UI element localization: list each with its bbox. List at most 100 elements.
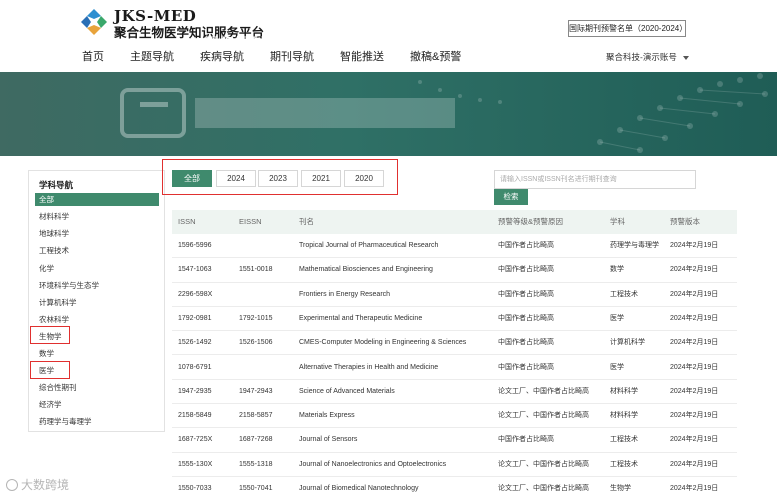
cell-title[interactable]: Journal of Nanoelectronics and Optoelect… [299, 453, 446, 477]
cell-title[interactable]: Materials Express [299, 404, 355, 428]
banner-title-box [195, 98, 455, 128]
cell-issn: 1550-7033 [178, 485, 212, 492]
sidebar-item-economics[interactable]: 经济学 [35, 398, 159, 411]
table-header: ISSN EISSN 刊名 预警等级&预警原因 学科 预警版本 [172, 210, 737, 234]
cell-version: 2024年2月19日 [670, 242, 719, 249]
cell-subject: 生物学 [610, 485, 631, 492]
cell-warning: 论文工厂、中国作者占比畸高 [498, 412, 589, 420]
sidebar-item-all[interactable]: 全部 [35, 193, 159, 206]
brand-name-en: JKS-MED [114, 7, 197, 25]
table-row[interactable]: 1555-130X 1555-1318 Journal of Nanoelectro… [172, 453, 737, 477]
account-name: 聚合科技-演示账号 [606, 52, 677, 62]
table-row[interactable]: 1947-2935 1947-2943 Science of Advanced Ma… [172, 380, 737, 405]
sidebar-item-comprehensive[interactable]: 综合性期刊 [35, 381, 159, 394]
cell-eissn: 1947-2943 [239, 387, 273, 395]
account-menu[interactable]: 聚合科技-演示账号 [606, 51, 689, 63]
cell-warning: 中国作者占比畸高 [498, 242, 554, 249]
nav-smart-push[interactable]: 智能推送 [340, 50, 384, 64]
year-tab-2023[interactable]: 2023 [258, 170, 298, 187]
banner-title: 国际期刊预警名单 [205, 35, 325, 51]
year-tab-2024[interactable]: 2024 [216, 170, 256, 187]
cell-warning: 中国作者占比畸高 [498, 314, 554, 322]
cell-issn: 1596-5996 [178, 242, 212, 249]
jks-logo-icon[interactable] [80, 8, 108, 36]
sidebar-item-earth[interactable]: 地球科学 [35, 227, 159, 240]
year-tab-2021[interactable]: 2021 [301, 170, 341, 187]
table-row[interactable]: 1792-0981 1792-1015 Experimental and Thera… [172, 307, 737, 332]
cell-title[interactable]: Tropical Journal of Pharmaceutical Resea… [299, 234, 438, 258]
cell-title[interactable]: Mathematical Biosciences and Engineering [299, 258, 433, 282]
cell-issn: 1555-130X [178, 460, 213, 468]
cell-warning: 中国作者占比畸高 [498, 290, 554, 298]
table-row[interactable]: 1596-5996 Tropical Journal of Pharmaceuti… [172, 234, 737, 259]
col-version: 预警版本 [670, 217, 700, 226]
col-issn: ISSN [178, 217, 196, 226]
cell-title[interactable]: Experimental and Therapeutic Medicine [299, 307, 422, 331]
cell-subject: 医学 [610, 363, 624, 371]
year-tab-2020[interactable]: 2020 [344, 170, 384, 187]
blacklist-link[interactable]: 国际期刊预警名单（2020-2024） [568, 20, 687, 37]
sidebar-item-agriculture[interactable]: 农林科学 [35, 313, 159, 326]
cell-version: 2024年2月19日 [670, 290, 719, 298]
col-title: 刊名 [299, 217, 314, 226]
site-header: JKS-MED 聚合生物医学知识服务平台 国际期刊预警名单（2020-2024）… [0, 0, 777, 72]
cell-eissn: 1551-0018 [239, 266, 273, 274]
cell-title[interactable]: Science of Advanced Materials [299, 380, 395, 404]
cell-version: 2024年2月19日 [670, 436, 719, 444]
cell-version: 2024年2月19日 [670, 314, 719, 322]
table-row[interactable]: 1547-1063 1551-0018 Mathematical Bioscienc… [172, 258, 737, 283]
table-row[interactable]: 1687-725X 1687-7268 Journal of Sensors 中国作者… [172, 428, 737, 453]
nav-home[interactable]: 首页 [82, 50, 104, 64]
hero-banner [0, 72, 777, 156]
cell-subject: 工程技术 [610, 290, 638, 298]
highlight-box-medicine [30, 361, 70, 379]
cell-version: 2024年2月19日 [670, 460, 719, 468]
sidebar-item-chemistry[interactable]: 化学 [35, 262, 159, 275]
journal-search-input[interactable]: 请输入ISSN或ISSN刊名进行期刊查询 [494, 170, 696, 189]
watermark-logo-icon [6, 478, 18, 491]
sidebar-item-pharmacology[interactable]: 药理学与毒理学 [35, 415, 159, 428]
cell-title[interactable]: Frontiers in Energy Research [299, 283, 390, 307]
cell-warning: 中国作者占比畸高 [498, 363, 554, 371]
cell-eissn: 1526-1506 [239, 339, 273, 347]
col-warning: 预警等级&预警原因 [498, 217, 564, 226]
watermark-text: 大数跨境 [21, 478, 70, 492]
cell-eissn: 1555-1318 [239, 460, 273, 468]
cell-subject: 工程技术 [610, 436, 638, 444]
table-row[interactable]: 1526-1492 1526-1506 CMES-Computer Modeling… [172, 331, 737, 356]
col-subject: 学科 [610, 217, 625, 226]
sidebar-item-materials[interactable]: 材料科学 [35, 210, 159, 223]
cell-version: 2024年2月19日 [670, 485, 719, 492]
cell-issn: 1547-1063 [178, 266, 212, 274]
table-row[interactable]: 2158-5849 2158-5857 Materials Express 论文工厂、… [172, 404, 737, 429]
cell-version: 2024年2月19日 [670, 412, 719, 420]
year-tab-all[interactable]: 全部 [172, 170, 212, 187]
table-row[interactable]: 1078-6791 Alternative Therapies in Health… [172, 356, 737, 380]
sidebar-item-computer[interactable]: 计算机科学 [35, 296, 159, 309]
sidebar-item-environment[interactable]: 环境科学与生态学 [35, 279, 159, 292]
cell-eissn: 1550-7041 [239, 485, 273, 492]
sidebar-item-engineering[interactable]: 工程技术 [35, 244, 159, 257]
sidebar-item-math[interactable]: 数学 [35, 347, 159, 360]
cell-version: 2024年2月19日 [670, 266, 719, 274]
cell-title[interactable]: Journal of Sensors [299, 428, 357, 452]
cell-title[interactable]: Journal of Biomedical Nanotechnology [299, 477, 418, 500]
nav-retraction-warning[interactable]: 撤稿&预警 [410, 50, 461, 64]
cell-eissn: 2158-5857 [239, 412, 273, 420]
cell-subject: 药理学与毒理学 [610, 242, 659, 249]
cell-issn: 2296-598X [178, 290, 213, 298]
cell-warning: 论文工厂、中国作者占比畸高 [498, 460, 589, 468]
search-button[interactable]: 检索 [494, 189, 528, 205]
table-row[interactable]: 1550-7033 1550-7041 Journal of Biomedical … [172, 477, 737, 500]
cell-title[interactable]: Alternative Therapies in Health and Medi… [299, 356, 438, 380]
cell-title[interactable]: CMES-Computer Modeling in Engineering & … [299, 331, 466, 355]
cell-subject: 材料科学 [610, 412, 638, 420]
nav-topics[interactable]: 主题导航 [130, 50, 174, 64]
cell-subject: 数学 [610, 266, 624, 274]
cell-version: 2024年2月19日 [670, 387, 719, 395]
cell-subject: 计算机科学 [610, 339, 645, 347]
cell-version: 2024年2月19日 [670, 363, 719, 371]
table-row[interactable]: 2296-598X Frontiers in Energy Research 中国作… [172, 283, 737, 307]
cell-subject: 医学 [610, 314, 624, 322]
cell-subject: 工程技术 [610, 460, 638, 468]
